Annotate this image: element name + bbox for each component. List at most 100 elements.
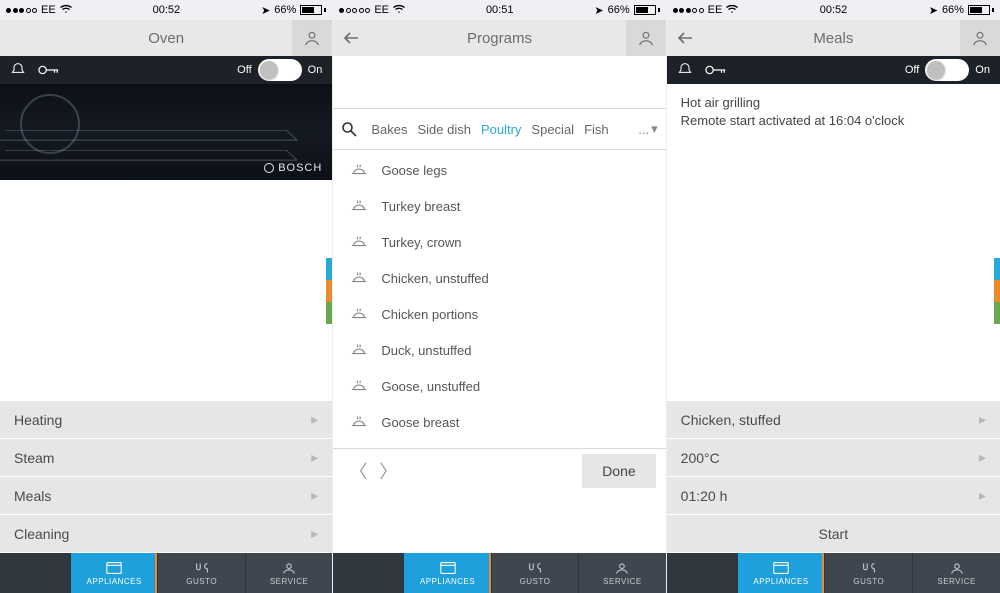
chevron-right-icon: ▸	[979, 411, 986, 428]
page-prev[interactable]: 〈	[343, 458, 373, 484]
tab-bar: APPLIANCES GUSTO SERVICE	[0, 553, 332, 593]
chevron-right-icon: ▸	[979, 449, 986, 466]
signal-dots-icon	[6, 8, 37, 13]
status-mode: Hot air grilling	[681, 94, 986, 112]
carrier-label: EE	[374, 4, 389, 16]
tab-gusto[interactable]: GUSTO	[157, 553, 244, 593]
battery-pct: 66%	[608, 4, 630, 16]
row-temperature[interactable]: 200°C▸	[667, 439, 1000, 477]
status-remote: Remote start activated at 16:04 o'clock	[681, 112, 986, 130]
search-button[interactable]	[341, 121, 361, 137]
tab-service[interactable]: SERVICE	[245, 553, 332, 593]
location-icon: ➤	[929, 4, 938, 17]
user-icon	[637, 29, 655, 47]
key-icon[interactable]	[705, 63, 727, 77]
program-item[interactable]: Duck, unstuffed	[333, 332, 665, 368]
tab-appliances[interactable]: APPLIANCES	[403, 553, 490, 593]
status-bar: EE 00:52 ➤ 66%	[667, 0, 1000, 20]
tab-service[interactable]: SERVICE	[912, 553, 1000, 593]
accent-strip	[326, 258, 332, 324]
accent-strip	[994, 258, 1000, 324]
program-list: Goose legs Turkey breast Turkey, crown C…	[333, 150, 665, 442]
oven-hero-image: BOSCH	[0, 84, 332, 180]
back-button[interactable]	[343, 31, 359, 45]
toggle-on-label: On	[308, 64, 323, 76]
appliances-icon	[439, 561, 457, 575]
dish-icon	[349, 163, 369, 177]
tab-gusto[interactable]: GUSTO	[491, 553, 578, 593]
power-toggle[interactable]	[925, 59, 969, 81]
gusto-icon	[193, 561, 211, 575]
nav-bar: Meals	[667, 20, 1000, 56]
program-item[interactable]: Goose breast	[333, 404, 665, 440]
category-special[interactable]: Special	[531, 122, 574, 137]
program-item[interactable]: Turkey, crown	[333, 224, 665, 260]
row-steam[interactable]: Steam▸	[0, 439, 332, 477]
toggle-off-label: Off	[905, 64, 919, 76]
oven-function-list: Heating▸ Steam▸ Meals▸ Cleaning▸	[0, 401, 332, 553]
profile-button[interactable]	[626, 20, 666, 56]
service-icon	[948, 561, 966, 575]
category-fish[interactable]: Fish	[584, 122, 609, 137]
page-next[interactable]: 〉	[373, 458, 403, 484]
profile-button[interactable]	[292, 20, 332, 56]
meal-settings-list: Chicken, stuffed▸ 200°C▸ 01:20 h▸ Start	[667, 401, 1000, 553]
program-item[interactable]: Goose, unstuffed	[333, 368, 665, 404]
row-duration[interactable]: 01:20 h▸	[667, 477, 1000, 515]
screen-meals: EE 00:52 ➤ 66% Meals	[667, 0, 1000, 593]
row-cleaning[interactable]: Cleaning▸	[0, 515, 332, 553]
program-item[interactable]: Chicken, unstuffed	[333, 260, 665, 296]
appliances-icon	[772, 561, 790, 575]
tab-gusto[interactable]: GUSTO	[824, 553, 912, 593]
appliance-status-band: Off On	[667, 56, 1000, 84]
tab-spacer	[667, 553, 737, 593]
nav-bar: Programs	[333, 20, 665, 56]
battery-icon	[300, 5, 326, 15]
status-time: 00:52	[820, 4, 848, 16]
wifi-icon	[60, 4, 72, 17]
row-meals[interactable]: Meals▸	[0, 477, 332, 515]
key-icon[interactable]	[38, 63, 60, 77]
category-bakes[interactable]: Bakes	[371, 122, 407, 137]
dish-icon	[349, 235, 369, 249]
status-time: 00:52	[153, 4, 181, 16]
row-heating[interactable]: Heating▸	[0, 401, 332, 439]
arrow-left-icon	[343, 31, 359, 45]
tab-spacer	[0, 553, 70, 593]
back-button[interactable]	[677, 31, 693, 45]
signal-dots-icon	[339, 8, 370, 13]
bell-icon[interactable]	[10, 62, 26, 78]
bell-icon[interactable]	[677, 62, 693, 78]
brand-logo: BOSCH	[264, 162, 322, 174]
tab-appliances[interactable]: APPLIANCES	[737, 553, 825, 593]
power-toggle[interactable]	[258, 59, 302, 81]
search-icon	[341, 121, 357, 137]
signal-dots-icon	[673, 8, 704, 13]
status-bar: EE 00:52 ➤ 66%	[0, 0, 332, 20]
tab-appliances[interactable]: APPLIANCES	[70, 553, 157, 593]
chevron-right-icon: ▸	[979, 487, 986, 504]
appliance-status-band: Off On	[0, 56, 332, 84]
profile-button[interactable]	[960, 20, 1000, 56]
program-item[interactable]: Goose legs	[333, 152, 665, 188]
gusto-icon	[860, 561, 878, 575]
category-poultry[interactable]: Poultry	[481, 122, 521, 137]
battery-pct: 66%	[942, 4, 964, 16]
row-meal-name[interactable]: Chicken, stuffed▸	[667, 401, 1000, 439]
page-title: Meals	[813, 30, 853, 47]
program-item[interactable]: Turkey breast	[333, 188, 665, 224]
category-side-dish[interactable]: Side dish	[417, 122, 470, 137]
start-button[interactable]: Start	[667, 515, 1000, 553]
toggle-on-label: On	[975, 64, 990, 76]
done-button[interactable]: Done	[582, 454, 655, 488]
category-filter-row: Bakes Side dish Poultry Special Fish ...…	[333, 108, 665, 150]
service-icon	[613, 561, 631, 575]
appliances-icon	[105, 561, 123, 575]
tab-service[interactable]: SERVICE	[578, 553, 665, 593]
status-info: Hot air grilling Remote start activated …	[667, 84, 1000, 140]
chevron-right-icon: ▸	[311, 411, 318, 428]
chevron-right-icon: ▸	[311, 487, 318, 504]
program-item[interactable]: Chicken portions	[333, 296, 665, 332]
category-more[interactable]: ... ▾	[638, 121, 657, 137]
screen-oven: EE 00:52 ➤ 66% Oven	[0, 0, 333, 593]
